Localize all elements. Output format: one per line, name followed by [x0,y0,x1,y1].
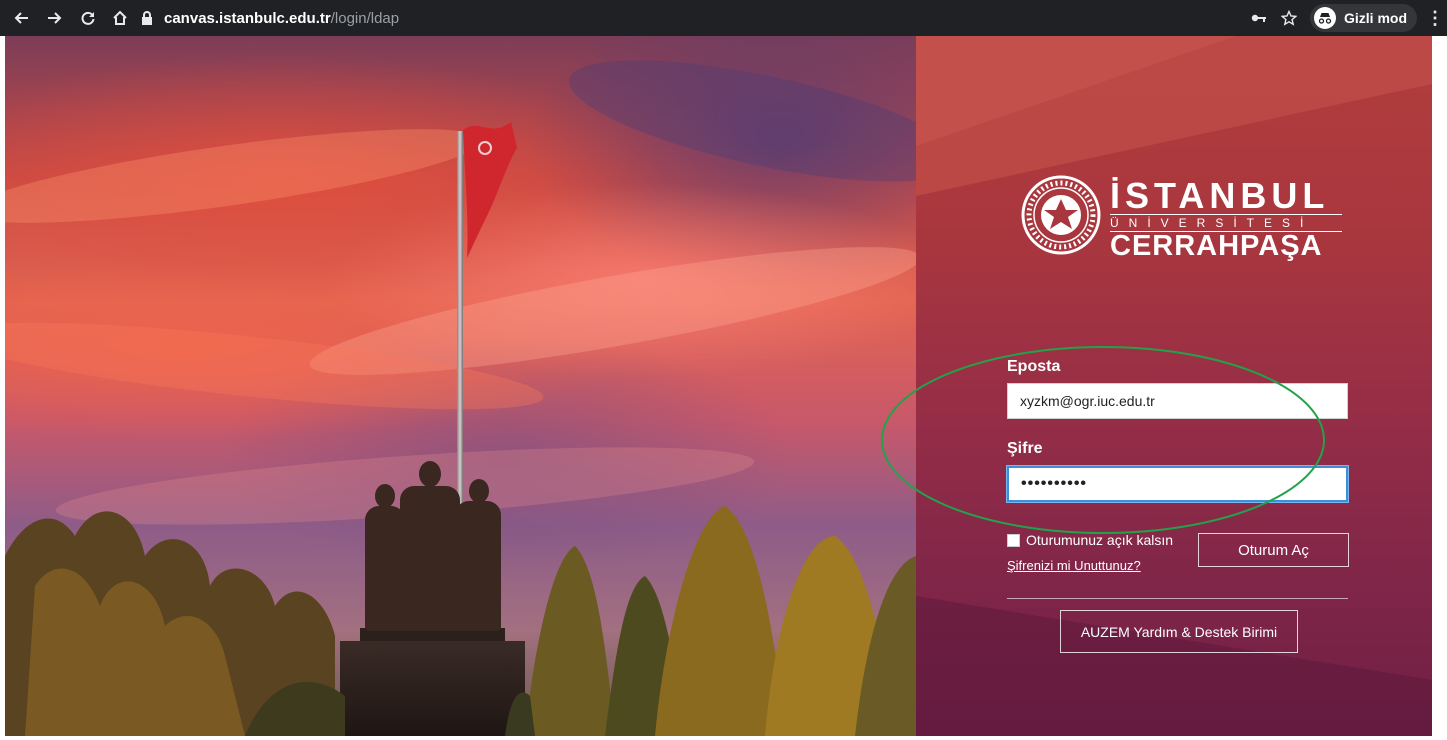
address-bar[interactable]: canvas.istanbulc.edu.tr/login/ldap [140,4,1220,32]
help-support-button[interactable]: AUZEM Yardım & Destek Birimi [1060,610,1298,653]
remember-checkbox[interactable] [1007,533,1020,547]
university-logo: İSTANBUL ÜNİVERSİTESİ CERRAHPAŞA [1020,174,1342,262]
incognito-profile-button[interactable]: Gizli mod [1310,4,1417,32]
menu-dots-icon[interactable]: ⋮ [1423,0,1447,36]
logo-name: CERRAHPAŞA [1110,230,1323,262]
forgot-password-link[interactable]: Şifrenizi mi Unuttunuz? [1007,558,1141,573]
lock-icon [142,11,152,25]
turkish-flag [463,122,517,258]
key-icon[interactable] [1244,0,1274,36]
trees [5,506,916,736]
forward-arrow-icon[interactable] [40,0,68,36]
logo-subtitle: ÜNİVERSİTESİ [1110,216,1314,230]
profile-label: Gizli mod [1344,10,1407,26]
highlight-ellipse [881,346,1325,534]
campus-photo [5,36,916,736]
star-icon[interactable] [1274,0,1304,36]
back-arrow-icon[interactable] [8,0,36,36]
university-seal-icon [1021,175,1101,255]
home-icon[interactable] [106,0,134,36]
logo-title: İSTANBUL [1110,175,1330,216]
url-path: /login/ldap [330,9,400,27]
reload-icon[interactable] [74,0,102,36]
login-button[interactable]: Oturum Aç [1198,533,1349,567]
url-host: canvas.istanbulc.edu.tr [164,9,331,27]
incognito-icon [1314,7,1336,29]
browser-toolbar: canvas.istanbulc.edu.tr/login/ldap Gizli… [0,0,1447,36]
divider [1007,598,1348,599]
